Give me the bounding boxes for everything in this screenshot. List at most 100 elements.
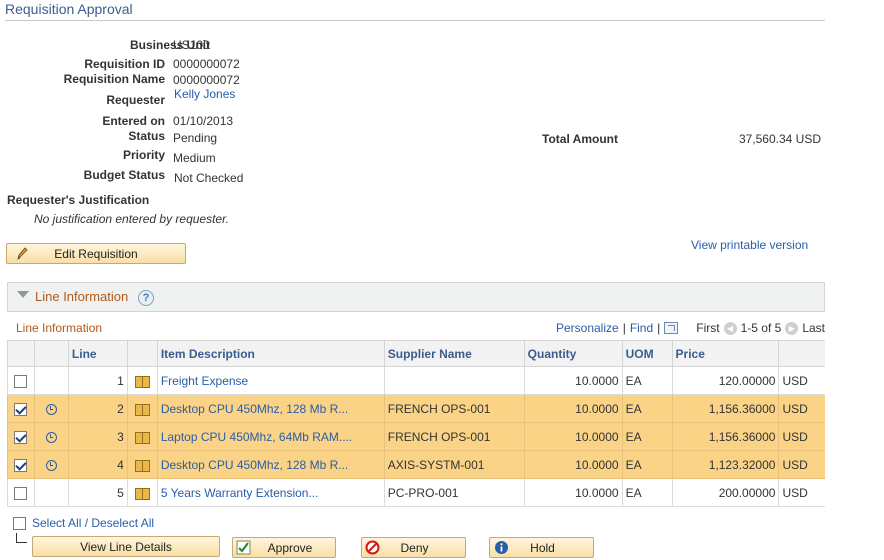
price: 120.00000 <box>671 366 779 395</box>
item-description-link[interactable]: Laptop CPU 450Mhz, 64Mb RAM.... <box>161 430 352 444</box>
approve-button[interactable]: Approve <box>232 537 336 558</box>
line-number: 1 <box>67 366 128 395</box>
approve-label: Approve <box>267 540 313 555</box>
header-uom[interactable]: UOM <box>621 340 673 367</box>
row-checkbox[interactable] <box>14 486 28 500</box>
last-label: Last <box>802 321 825 335</box>
table-row[interactable]: 2 Desktop CPU 450Mhz, 128 Mb R... FRENCH O… <box>7 394 825 423</box>
table-row[interactable]: 4 Desktop CPU 450Mhz, 128 Mb R... AXIS-SYS… <box>7 450 825 479</box>
book-icon[interactable] <box>135 459 151 472</box>
clock-icon[interactable] <box>45 403 57 415</box>
previous-arrow-icon[interactable]: ◀ <box>723 321 737 335</box>
view-all-icon[interactable] <box>664 322 679 334</box>
deny-label: Deny <box>400 540 429 555</box>
header-line[interactable]: Line <box>67 340 128 367</box>
pencil-icon <box>17 247 28 261</box>
supplier-name <box>383 366 525 395</box>
clock-icon[interactable] <box>45 459 57 471</box>
currency: USD <box>778 450 825 479</box>
item-description-cell: Desktop CPU 450Mhz, 128 Mb R... <box>156 450 385 479</box>
quantity: 10.0000 <box>523 450 623 479</box>
price: 200.00000 <box>671 478 779 507</box>
book-icon[interactable] <box>135 375 151 388</box>
row-range: 1-5 of 5 <box>740 321 782 335</box>
priority-value: Medium <box>173 151 216 165</box>
business-unit-value: US100 <box>173 38 210 52</box>
header-price[interactable]: Price <box>671 340 779 367</box>
supplier-name: FRENCH OPS-001 <box>383 394 525 423</box>
currency: USD <box>778 478 825 507</box>
row-checkbox[interactable] <box>14 374 28 388</box>
entered-on-value: 01/10/2013 <box>173 114 234 128</box>
next-arrow-icon[interactable]: ▶ <box>785 321 799 335</box>
row-status-cell <box>33 478 69 507</box>
quantity: 10.0000 <box>523 394 623 423</box>
collapse-triangle-icon[interactable] <box>17 291 29 298</box>
first-label: First <box>696 321 720 335</box>
deny-button[interactable]: Deny <box>361 537 466 558</box>
header-supplier-name[interactable]: Supplier Name <box>383 340 525 367</box>
table-row[interactable]: 5 5 Years Warranty Extension... PC-PRO-001… <box>7 478 825 507</box>
help-icon[interactable]: ? <box>138 290 154 306</box>
row-checkbox[interactable] <box>14 402 28 416</box>
row-select-cell[interactable] <box>7 450 35 479</box>
requisition-name-label: Requisition Name <box>63 72 165 86</box>
checkmark-icon <box>236 540 251 555</box>
item-description-link[interactable]: 5 Years Warranty Extension... <box>161 486 319 500</box>
item-description-link[interactable]: Desktop CPU 450Mhz, 128 Mb R... <box>161 402 348 416</box>
grid-toolbar: Line Information Personalize | Find | Fi… <box>7 318 825 340</box>
find-link[interactable]: Find <box>630 321 653 335</box>
table-row[interactable]: 1 Freight Expense 10.0000 EA 120.00000 USD <box>7 366 825 395</box>
row-checkbox[interactable] <box>14 430 28 444</box>
view-line-details-button[interactable]: View Line Details <box>32 536 220 557</box>
header-quantity[interactable]: Quantity <box>523 340 623 367</box>
line-number: 5 <box>67 478 128 507</box>
justification-text: No justification entered by requester. <box>34 212 229 226</box>
row-status-cell <box>33 394 69 423</box>
clock-icon[interactable] <box>45 431 57 443</box>
hold-label: Hold <box>530 540 555 555</box>
row-icon-cell <box>126 450 158 479</box>
header-item-description[interactable]: Item Description <box>156 340 385 367</box>
item-description-link[interactable]: Freight Expense <box>161 374 248 388</box>
deny-icon <box>365 540 380 555</box>
view-line-details-label: View Line Details <box>80 539 172 554</box>
select-all-link[interactable]: Select All / Deselect All <box>32 516 154 530</box>
justification-label: Requester's Justification <box>7 193 150 207</box>
currency: USD <box>778 422 825 451</box>
table-row[interactable]: 3 Laptop CPU 450Mhz, 64Mb RAM.... FRENCH O… <box>7 422 825 451</box>
requester-label: Requester <box>106 93 165 107</box>
item-description-link[interactable]: Desktop CPU 450Mhz, 128 Mb R... <box>161 458 348 472</box>
total-amount-value: 37,560.34 USD <box>738 132 821 146</box>
requester-link[interactable]: Kelly Jones <box>174 87 235 101</box>
line-table: Line Item Description Supplier Name Quan… <box>7 340 825 507</box>
uom: EA <box>621 422 673 451</box>
total-amount-label: Total Amount <box>542 132 618 146</box>
currency: USD <box>778 366 825 395</box>
row-icon-cell <box>126 366 158 395</box>
book-icon[interactable] <box>135 403 151 416</box>
status-value: Pending <box>173 131 218 145</box>
edit-requisition-button[interactable]: Edit Requisition <box>6 243 186 264</box>
item-description-cell: 5 Years Warranty Extension... <box>156 478 385 507</box>
view-printable-link[interactable]: View printable version <box>691 238 808 252</box>
select-all-control[interactable]: Select All / Deselect All <box>13 516 154 530</box>
book-icon[interactable] <box>135 487 151 500</box>
line-number: 3 <box>67 422 128 451</box>
grid-title: Line Information <box>16 321 103 335</box>
section-title: Line Information <box>35 289 129 304</box>
row-select-cell[interactable] <box>7 394 35 423</box>
supplier-name: AXIS-SYSTM-001 <box>383 450 525 479</box>
book-icon[interactable] <box>135 431 151 444</box>
line-number: 4 <box>67 450 128 479</box>
row-select-cell[interactable] <box>7 366 35 395</box>
select-all-checkbox[interactable] <box>13 516 26 530</box>
hold-button[interactable]: Hold <box>489 537 594 558</box>
row-select-cell[interactable] <box>7 478 35 507</box>
entered-on-label: Entered on <box>102 114 165 128</box>
row-checkbox[interactable] <box>14 458 28 472</box>
row-select-cell[interactable] <box>7 422 35 451</box>
personalize-link[interactable]: Personalize <box>556 321 619 335</box>
line-information-section[interactable]: Line Information ? <box>7 282 825 312</box>
supplier-name: PC-PRO-001 <box>383 478 525 507</box>
